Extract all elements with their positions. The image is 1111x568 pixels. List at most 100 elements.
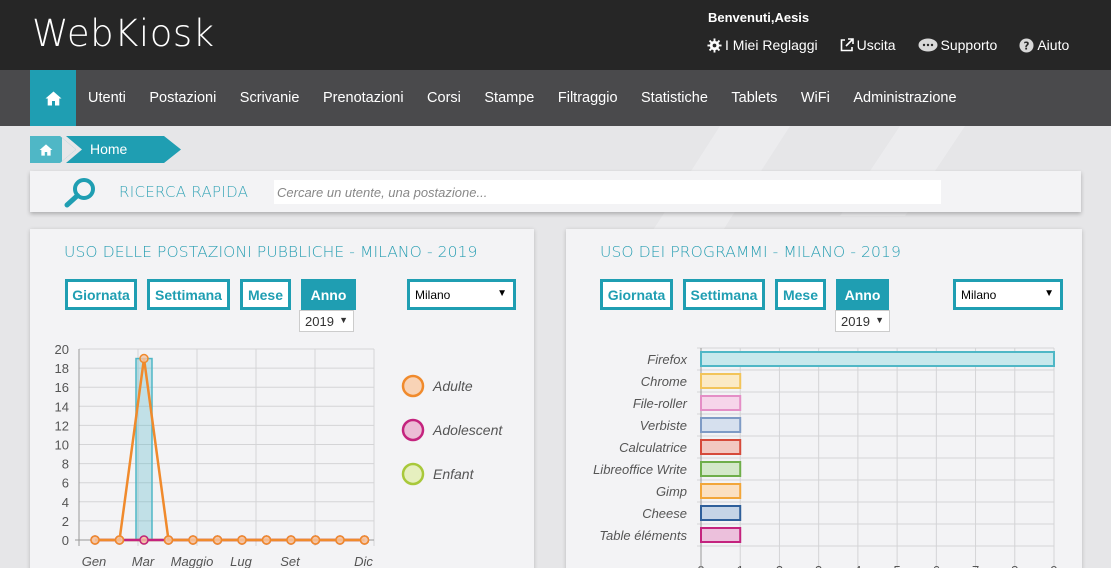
support-link-label: Supporto xyxy=(940,37,998,53)
main-nav: Utenti Postazioni Scrivanie Prenotazioni… xyxy=(0,70,1111,126)
y-tick-label: 8 xyxy=(62,457,69,472)
category-label: Table éléments xyxy=(599,528,687,543)
category-label: Gimp xyxy=(656,484,687,499)
legend-marker xyxy=(401,418,425,442)
series-point xyxy=(139,535,149,545)
stations-usage-panel: USO DELLE POSTAZIONI PUBBLICHE - MILANO … xyxy=(30,229,534,568)
y-tick-label: 10 xyxy=(55,438,69,453)
nav-item-scrivanie[interactable]: Scrivanie xyxy=(240,90,300,106)
help-link[interactable]: ? Aiuto xyxy=(1019,37,1069,53)
y-tick-label: 16 xyxy=(55,380,69,395)
nav-item-stampe[interactable]: Stampe xyxy=(484,90,534,106)
nav-item-tablets[interactable]: Tablets xyxy=(731,90,777,106)
series-point xyxy=(139,353,149,364)
category-label: Verbiste xyxy=(640,418,687,433)
chart-bar xyxy=(700,351,1055,367)
series-point xyxy=(163,535,174,545)
support-link[interactable]: Supporto xyxy=(918,37,998,53)
logout-link-label: Uscita xyxy=(856,37,896,53)
x-tick-label: 2 xyxy=(776,563,783,568)
external-link-icon xyxy=(840,38,854,52)
quick-search-panel: RICERCA RAPIDA xyxy=(30,171,1081,212)
nav-item-utenti[interactable]: Utenti xyxy=(88,90,126,106)
svg-text:?: ? xyxy=(1024,40,1030,52)
category-label: File-roller xyxy=(633,396,688,411)
series-point xyxy=(286,535,296,545)
chart-bar xyxy=(700,439,742,455)
search-label: RICERCA RAPIDA xyxy=(119,183,249,201)
x-tick-label: 1 xyxy=(737,563,744,568)
stations-line-chart: 0 2 4 6 8 10 12 14 16 18 20 Gen Mar Maggio Lug Set Dic Ad… xyxy=(55,342,504,568)
x-tick-label: 7 xyxy=(972,563,979,568)
y-tick-label: 18 xyxy=(55,361,69,376)
chart-bar xyxy=(700,461,742,477)
breadcrumb-current[interactable]: Home xyxy=(90,141,127,157)
chart-bar xyxy=(135,357,153,541)
x-tick-label: 9 xyxy=(1050,563,1057,568)
y-tick-label: 6 xyxy=(62,476,69,491)
programs-bar-chart: 0123456789FirefoxChromeFile-rollerVerbis… xyxy=(593,347,1058,568)
chart-bar xyxy=(700,395,742,411)
nav-item-statistiche[interactable]: Statistiche xyxy=(641,90,708,106)
logo[interactable]: WebKiosk xyxy=(32,12,215,55)
x-tick-label: 6 xyxy=(933,563,940,568)
series-point xyxy=(335,535,345,545)
x-tick-label: Gen xyxy=(82,554,107,568)
y-tick-label: 4 xyxy=(62,495,69,510)
legend-marker xyxy=(401,374,425,398)
nav-item-administrazione[interactable]: Administrazione xyxy=(853,90,956,106)
gear-icon xyxy=(707,37,722,53)
nav-item-postazioni[interactable]: Postazioni xyxy=(149,90,216,106)
breadcrumb-home[interactable] xyxy=(30,136,62,163)
y-tick-label: 0 xyxy=(62,533,69,548)
series-point xyxy=(114,535,125,545)
category-label: Libreoffice Write xyxy=(593,462,687,477)
category-label: Calculatrice xyxy=(619,440,687,455)
chart-bar xyxy=(700,483,742,499)
y-tick-label: 20 xyxy=(55,342,69,357)
legend-label: Adolescent xyxy=(432,422,503,438)
x-tick-label: Set xyxy=(280,554,301,568)
series-point xyxy=(261,535,272,545)
category-label: Cheese xyxy=(642,506,687,521)
series-point xyxy=(90,535,100,545)
welcome-text: Benvenuti,Aesis xyxy=(708,10,810,25)
series-point xyxy=(310,535,321,545)
series-point xyxy=(237,535,247,545)
series-point xyxy=(212,535,223,545)
help-link-label: Aiuto xyxy=(1037,37,1070,53)
home-icon xyxy=(39,143,53,156)
x-tick-label: Maggio xyxy=(171,554,214,568)
nav-item-filtraggio[interactable]: Filtraggio xyxy=(558,90,618,106)
programs-usage-panel: USO DEI PROGRAMMI - MILANO - 2019 Giorna… xyxy=(566,229,1082,568)
legend-label: Adulte xyxy=(432,378,473,394)
y-tick-label: 12 xyxy=(55,418,69,433)
x-tick-label: 5 xyxy=(893,563,900,568)
category-label: Firefox xyxy=(647,352,687,367)
y-tick-label: 2 xyxy=(62,514,69,529)
search-input[interactable] xyxy=(274,180,941,204)
legend-label: Enfant xyxy=(433,466,475,482)
settings-link-label: I Miei Reglaggi xyxy=(725,37,818,53)
series-point xyxy=(359,535,370,545)
nav-item-wifi[interactable]: WiFi xyxy=(801,90,830,106)
legend-marker xyxy=(401,462,425,486)
chart-bar xyxy=(700,417,742,433)
chart-bar xyxy=(700,527,742,543)
x-tick-label: Dic xyxy=(354,554,373,568)
series-point xyxy=(188,535,198,545)
nav-home-button[interactable] xyxy=(30,70,76,126)
nav-item-corsi[interactable]: Corsi xyxy=(427,90,461,106)
category-label: Chrome xyxy=(641,374,687,389)
question-icon: ? xyxy=(1019,37,1034,53)
top-bar: WebKiosk Benvenuti,Aesis I Miei Reglaggi… xyxy=(0,0,1111,70)
logout-link[interactable]: Uscita xyxy=(840,37,896,53)
top-links: I Miei Reglaggi Uscita Supporto ? Aiuto xyxy=(707,37,1091,53)
search-icon xyxy=(64,176,98,213)
chart-bar xyxy=(700,505,742,521)
chart-bar xyxy=(700,373,742,389)
x-tick-label: Mar xyxy=(132,554,155,568)
nav-item-prenotazioni[interactable]: Prenotazioni xyxy=(323,90,404,106)
settings-link[interactable]: I Miei Reglaggi xyxy=(707,37,818,53)
y-tick-label: 14 xyxy=(55,399,69,414)
